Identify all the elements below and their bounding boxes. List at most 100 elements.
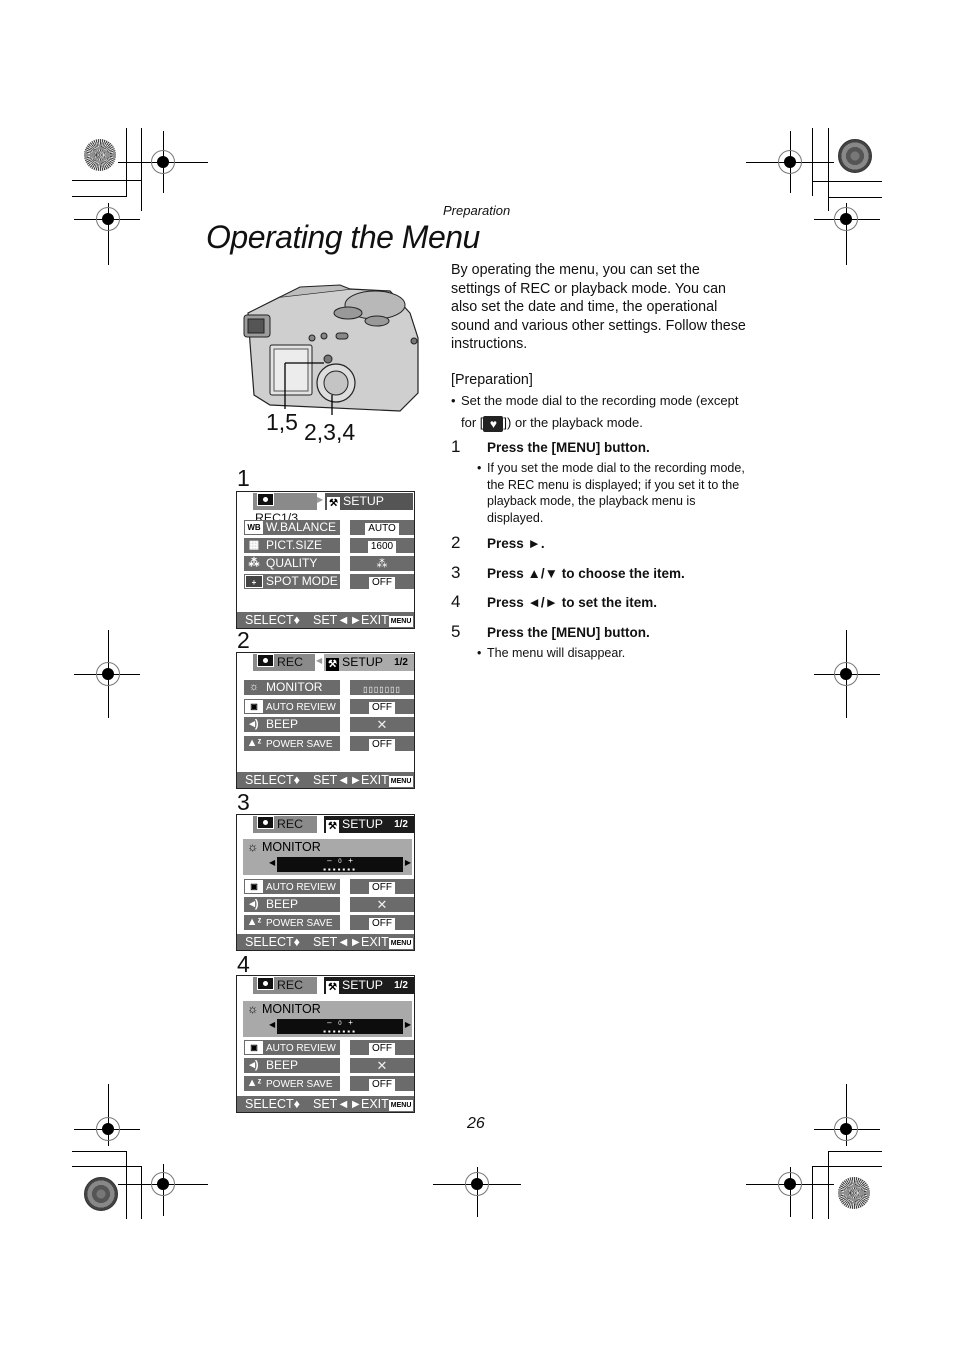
tab-rec[interactable]: REC xyxy=(253,654,315,671)
menu-footer: SELECT♦ SET◄► EXIT MENU xyxy=(237,772,414,788)
step-1-note: • If you set the mode dial to the recordi… xyxy=(477,461,745,525)
tab-setup[interactable]: ⚒ SETUP 1/2 xyxy=(324,977,414,994)
panel-4-number: 4 xyxy=(237,951,250,977)
tab-rec[interactable]: REC xyxy=(253,977,317,994)
monitor-adjust-block[interactable]: ☼ MONITOR ◀ – 0 + ▪▪▪▪▪▪▪ ▶ xyxy=(243,839,412,875)
left-arrow-icon[interactable]: ◀ xyxy=(269,858,275,867)
brightness-icon: ☼ xyxy=(248,681,260,693)
review-icon: ▣ xyxy=(245,880,263,893)
menu-row-beep[interactable]: ◂) BEEP ✕ xyxy=(237,897,414,912)
crop-line xyxy=(72,196,127,197)
review-icon: ▣ xyxy=(245,1041,263,1054)
value-auto: AUTO xyxy=(365,523,399,535)
crop-line xyxy=(141,128,142,211)
camera-icon xyxy=(257,816,274,829)
monitor-adjust-block[interactable]: ☼ MONITOR ◀ – 0 + ▪▪▪▪▪▪▪ ▶ xyxy=(243,1001,412,1037)
quality-icon: ⁂ xyxy=(248,557,260,569)
panel-3-number: 3 xyxy=(237,789,250,815)
wb-icon: WB xyxy=(245,521,263,534)
menu-row-beep[interactable]: ◂) BEEP ✕ xyxy=(237,717,414,732)
step-1: 1 Press the [MENU] button. xyxy=(451,437,650,456)
step-5-note: • The menu will disappear. xyxy=(477,646,626,660)
power-save-icon: ▲ᶻ xyxy=(246,737,262,749)
page-number: 26 xyxy=(467,1115,485,1132)
crop-line xyxy=(72,1151,127,1152)
size-icon: ▦ xyxy=(248,539,260,551)
tab-arrow-icon: ▶ xyxy=(317,495,324,504)
camera-icon xyxy=(257,654,274,667)
crop-line xyxy=(141,1166,142,1219)
preparation-bullet: • Set the mode dial to the recording mode… xyxy=(451,390,751,434)
crosshair-target xyxy=(151,150,175,174)
power-save-icon: ▲ᶻ xyxy=(246,1077,262,1089)
crop-line xyxy=(812,1166,882,1167)
intro-paragraph: By operating the menu, you can set the s… xyxy=(451,262,746,353)
brightness-slider[interactable]: – 0 + ▪▪▪▪▪▪▪ xyxy=(277,1019,403,1036)
left-arrow-icon[interactable]: ◀ xyxy=(269,1020,275,1029)
crosshair-target xyxy=(96,1117,120,1141)
menu-row-beep[interactable]: ◂) BEEP ✕ xyxy=(237,1058,414,1073)
page-title: Operating the Menu xyxy=(206,219,480,255)
tab-setup[interactable]: ⚒ SETUP 1/2 xyxy=(324,816,414,833)
menu-row-power-save[interactable]: ▲ᶻ POWER SAVE OFF xyxy=(237,1076,414,1091)
crop-line xyxy=(812,181,882,182)
brightness-slider[interactable]: – 0 + ▪▪▪▪▪▪▪ xyxy=(277,857,403,874)
tab-bar: REC ⚒ SETUP 1/2 xyxy=(237,976,414,995)
callout-menu-button: 1,5 xyxy=(266,409,298,435)
step-4: 4 Press ◄/► to set the item. xyxy=(451,592,658,611)
crop-line xyxy=(812,1166,813,1219)
brightness-icon: ☼ xyxy=(247,840,262,854)
value-off: OFF xyxy=(369,739,395,751)
power-save-icon: ▲ᶻ xyxy=(246,916,262,928)
preparation-heading: [Preparation] xyxy=(451,372,533,388)
crosshair-target xyxy=(834,1117,858,1141)
setup-tools-icon: ⚒ xyxy=(326,981,339,994)
step-3: 3 Press ▲/▼ to choose the item. xyxy=(451,563,685,582)
menu-row-spot-mode[interactable]: + SPOT MODE OFF xyxy=(237,574,414,589)
crosshair-target xyxy=(151,1172,175,1196)
crop-line xyxy=(72,1166,142,1167)
menu-panel-4: REC ⚒ SETUP 1/2 ☼ MONITOR ◀ – 0 + ▪▪▪▪▪▪▪ ▶… xyxy=(236,975,415,1113)
menu-button-icon: MENU xyxy=(388,776,414,787)
beep-off-icon: ✕ xyxy=(376,897,388,912)
spot-icon: + xyxy=(245,575,263,588)
tab-setup[interactable]: ⚒ SETUP xyxy=(325,493,413,510)
beep-off-icon: ✕ xyxy=(376,1058,388,1073)
menu-row-auto-review[interactable]: ▣ AUTO REVIEW OFF xyxy=(237,699,414,714)
camera-icon xyxy=(257,493,274,506)
crosshair-target xyxy=(778,1172,802,1196)
menu-footer: SELECT♦ SET◄► EXIT MENU xyxy=(237,934,414,950)
beep-off-icon: ✕ xyxy=(376,717,388,732)
crop-line xyxy=(828,1151,882,1152)
menu-row-quality[interactable]: ⁂ QUALITY ⁂ xyxy=(237,556,414,571)
menu-row-power-save[interactable]: ▲ᶻ POWER SAVE OFF xyxy=(237,915,414,930)
setup-tools-icon: ⚒ xyxy=(327,497,340,510)
tab-arrow-icon: ◀ xyxy=(316,656,323,665)
right-arrow-icon[interactable]: ▶ xyxy=(405,1020,411,1029)
tab-rec[interactable]: REC1/3 xyxy=(253,493,317,525)
right-arrow-icon[interactable]: ▶ xyxy=(405,858,411,867)
crosshair-target xyxy=(96,207,120,231)
menu-row-pict-size[interactable]: ▦ PICT.SIZE 1600 xyxy=(237,538,414,553)
crop-line xyxy=(72,180,142,181)
crop-line xyxy=(828,128,829,211)
menu-row-monitor[interactable]: ☼ MONITOR ▯▯▯▯▯▯▯ xyxy=(237,680,414,695)
menu-row-white-balance[interactable]: WB W.BALANCE AUTO xyxy=(237,520,414,535)
crosshair-target xyxy=(96,662,120,686)
camera-icon xyxy=(257,977,274,990)
menu-footer: SELECT♦ SET◄► EXIT MENU xyxy=(237,1096,414,1112)
review-icon: ▣ xyxy=(245,700,263,713)
menu-row-auto-review[interactable]: ▣ AUTO REVIEW OFF xyxy=(237,1040,414,1055)
quality-fine-icon: ⁂ xyxy=(376,558,388,570)
menu-button-icon: MENU xyxy=(388,1100,414,1111)
menu-panel-3: REC ⚒ SETUP 1/2 ☼ MONITOR ◀ – 0 + ▪▪▪▪▪▪▪ ▶… xyxy=(236,814,415,951)
panel-1-number: 1 xyxy=(237,465,250,491)
menu-row-auto-review[interactable]: ▣ AUTO REVIEW OFF xyxy=(237,879,414,894)
value-off: OFF xyxy=(369,577,395,589)
menu-row-power-save[interactable]: ▲ᶻ POWER SAVE OFF xyxy=(237,736,414,751)
setup-tools-icon: ⚒ xyxy=(326,658,339,671)
tab-setup[interactable]: ⚒ SETUP 1/2 xyxy=(324,654,414,671)
tab-bar: REC1/3 ▶ ⚒ SETUP xyxy=(237,492,414,525)
menu-footer: SELECT♦ SET◄► EXIT MENU xyxy=(237,612,414,628)
tab-rec[interactable]: REC xyxy=(253,816,317,833)
